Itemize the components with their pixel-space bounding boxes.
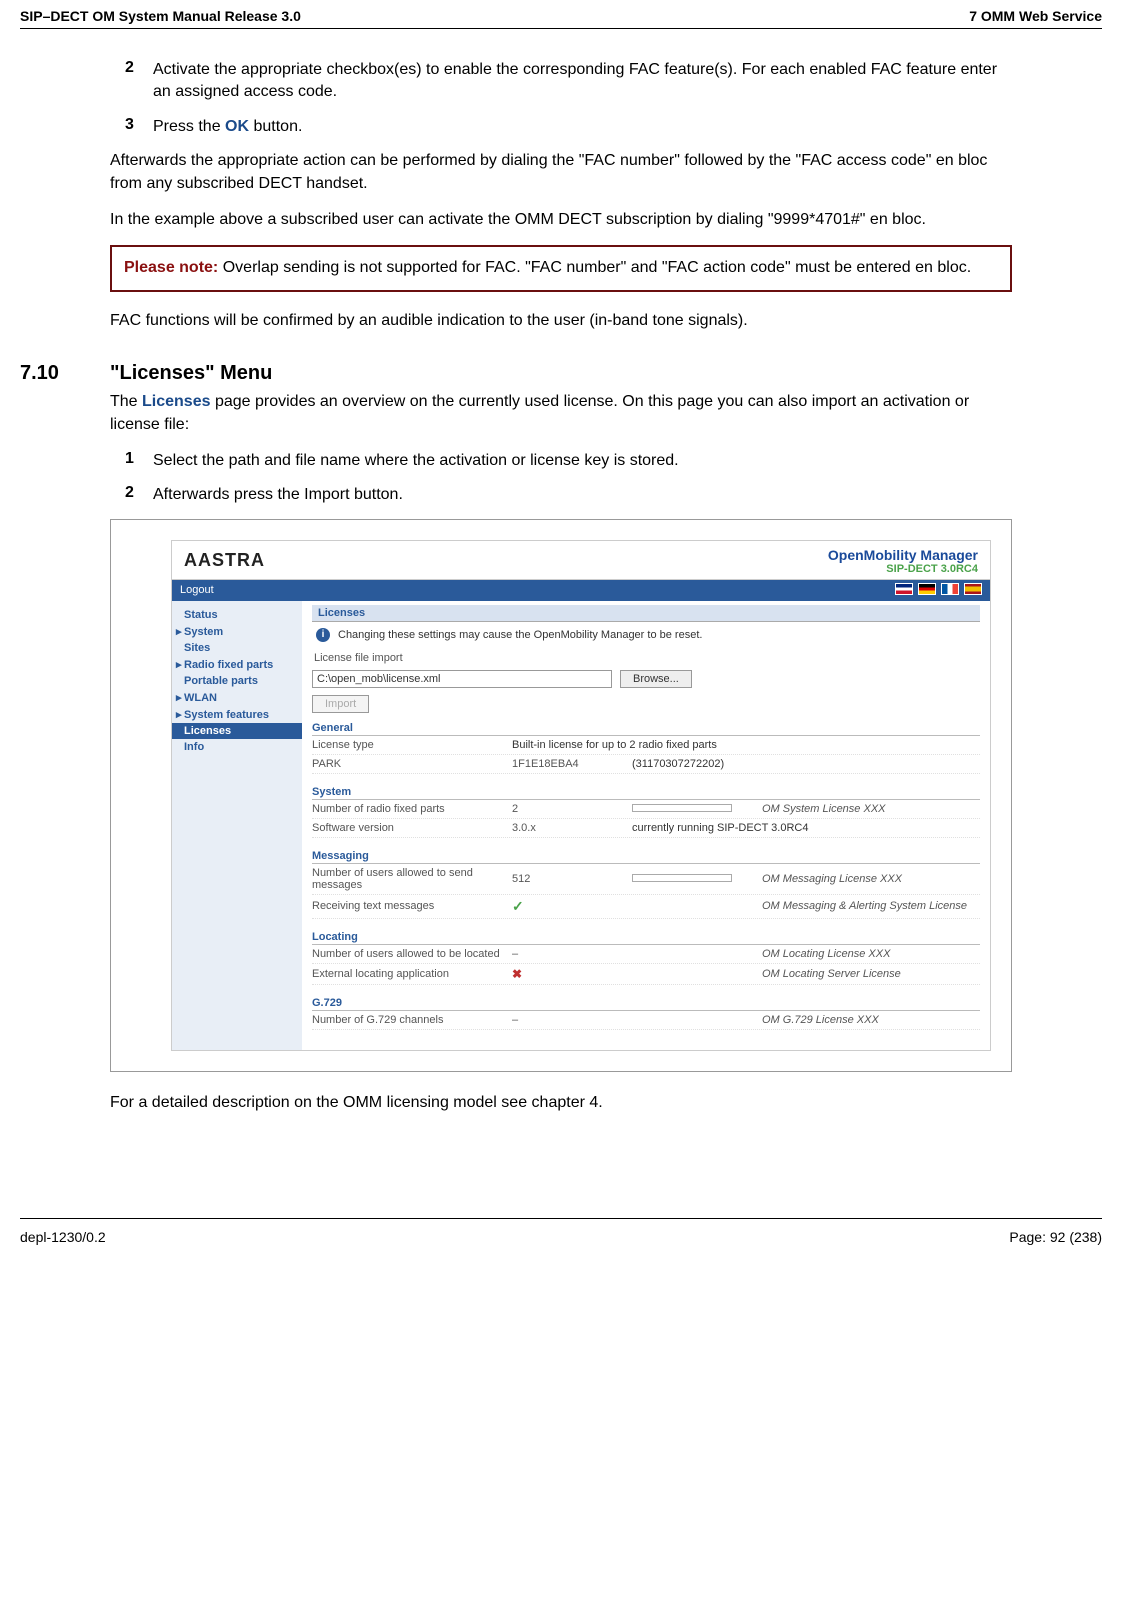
lic-step-1-text: Select the path and file name where the … <box>153 450 1012 472</box>
logout-bar: Logout <box>172 580 990 601</box>
note-label: Please note: <box>124 259 218 276</box>
section-messaging: Messaging <box>312 846 980 864</box>
logout-link[interactable]: Logout <box>180 584 214 596</box>
lic-step-1: 1 Select the path and file name where th… <box>110 450 1012 472</box>
step-3: 3 Press the OK button. <box>110 116 1012 138</box>
nav-system[interactable]: ▸System <box>172 623 302 640</box>
screenshot-frame: AASTRA OpenMobility Manager SIP-DECT 3.0… <box>110 519 1012 1072</box>
progress-bar <box>632 874 732 882</box>
please-note-box: Please note: Overlap sending is not supp… <box>110 245 1012 291</box>
step-3-num: 3 <box>125 116 153 138</box>
licenses-intro: The Licenses page provides an overview o… <box>110 391 1012 436</box>
nav-status[interactable]: Status <box>172 607 302 623</box>
ss-body: Status ▸System Sites ▸Radio fixed parts … <box>172 601 990 1050</box>
lic-step-1-num: 1 <box>125 450 153 472</box>
ss-main-panel: Licenses i Changing these settings may c… <box>302 601 990 1050</box>
para-afterwards: Afterwards the appropriate action can be… <box>110 150 1012 195</box>
row-located-users: Number of users allowed to be located – … <box>312 945 980 964</box>
aastra-logo: AASTRA <box>184 550 265 571</box>
header-left: SIP–DECT OM System Manual Release 3.0 <box>20 8 301 24</box>
progress-bar <box>632 804 732 812</box>
note-text: Overlap sending is not supported for FAC… <box>223 259 971 276</box>
step-2: 2 Activate the appropriate checkbox(es) … <box>110 59 1012 104</box>
row-rfp-count: Number of radio fixed parts 2 OM System … <box>312 800 980 819</box>
file-path-input[interactable]: C:\open_mob\license.xml <box>312 670 612 688</box>
flag-icon[interactable] <box>964 583 982 595</box>
section-title: "Licenses" Menu <box>110 362 272 385</box>
step-2-text: Activate the appropriate checkbox(es) to… <box>153 59 1012 104</box>
nav-pp[interactable]: Portable parts <box>172 673 302 689</box>
panel-title: Licenses <box>312 605 980 622</box>
page-footer: depl-1230/0.2 Page: 92 (238) <box>20 1218 1102 1275</box>
row-ext-locating: External locating application ✖ OM Locat… <box>312 964 980 985</box>
nav-rfp[interactable]: ▸Radio fixed parts <box>172 656 302 673</box>
row-sw-version: Software version 3.0.x currently running… <box>312 819 980 838</box>
row-send-msgs: Number of users allowed to send messages… <box>312 864 980 895</box>
sidebar-nav: Status ▸System Sites ▸Radio fixed parts … <box>172 601 302 1050</box>
section-general: General <box>312 718 980 736</box>
row-g729: Number of G.729 channels – OM G.729 Lice… <box>312 1011 980 1030</box>
lic-step-2: 2 Afterwards press the Import button. <box>110 484 1012 506</box>
page-content: 2 Activate the appropriate checkbox(es) … <box>20 29 1102 1158</box>
file-input-row: C:\open_mob\license.xml Browse... <box>312 666 980 698</box>
header-right: 7 OMM Web Service <box>969 8 1102 24</box>
ss-top-bar: AASTRA OpenMobility Manager SIP-DECT 3.0… <box>172 541 990 580</box>
browse-button[interactable]: Browse... <box>620 670 692 688</box>
para-confirm: FAC functions will be confirmed by an au… <box>110 310 1012 332</box>
cross-icon: ✖ <box>512 967 522 981</box>
flag-icon[interactable] <box>895 583 913 595</box>
lic-step-2-text: Afterwards press the Import button. <box>153 484 1012 506</box>
import-row: Import <box>312 698 980 710</box>
footer-left: depl-1230/0.2 <box>20 1229 106 1245</box>
brand-sub: SIP-DECT 3.0RC4 <box>828 563 978 575</box>
import-button[interactable]: Import <box>312 695 369 713</box>
section-g729: G.729 <box>312 993 980 1011</box>
nav-info[interactable]: Info <box>172 739 302 755</box>
ok-link: OK <box>225 118 249 135</box>
nav-wlan[interactable]: ▸WLAN <box>172 689 302 706</box>
lic-step-2-num: 2 <box>125 484 153 506</box>
nav-system-features[interactable]: ▸System features <box>172 706 302 723</box>
language-flags[interactable] <box>893 583 982 598</box>
para-detail: For a detailed description on the OMM li… <box>110 1092 1012 1114</box>
flag-icon[interactable] <box>918 583 936 595</box>
row-park: PARK 1F1E18EBA4 (31170307272202) <box>312 755 980 774</box>
section-system: System <box>312 782 980 800</box>
info-icon: i <box>316 628 330 642</box>
page-header: SIP–DECT OM System Manual Release 3.0 7 … <box>20 0 1102 29</box>
section-locating: Locating <box>312 927 980 945</box>
section-heading-row: 7.10 "Licenses" Menu <box>20 362 1012 385</box>
para-example: In the example above a subscribed user c… <box>110 209 1012 231</box>
nav-licenses[interactable]: Licenses <box>172 723 302 739</box>
footer-right: Page: 92 (238) <box>1009 1229 1102 1245</box>
row-license-type: License type Built-in license for up to … <box>312 736 980 755</box>
nav-sites[interactable]: Sites <box>172 640 302 656</box>
info-row: i Changing these settings may cause the … <box>312 622 980 648</box>
step-3-text: Press the OK button. <box>153 116 1012 138</box>
info-text: Changing these settings may cause the Op… <box>338 629 702 641</box>
check-icon: ✓ <box>512 898 524 914</box>
licenses-link: Licenses <box>142 393 210 410</box>
flag-icon[interactable] <box>941 583 959 595</box>
row-recv-msgs: Receiving text messages ✓ OM Messaging &… <box>312 895 980 919</box>
brand-block: OpenMobility Manager SIP-DECT 3.0RC4 <box>828 547 978 575</box>
section-number: 7.10 <box>20 362 110 385</box>
brand-main: OpenMobility Manager <box>828 547 978 563</box>
omm-screenshot: AASTRA OpenMobility Manager SIP-DECT 3.0… <box>171 540 991 1051</box>
file-import-label: License file import <box>312 648 980 666</box>
step-2-num: 2 <box>125 59 153 104</box>
